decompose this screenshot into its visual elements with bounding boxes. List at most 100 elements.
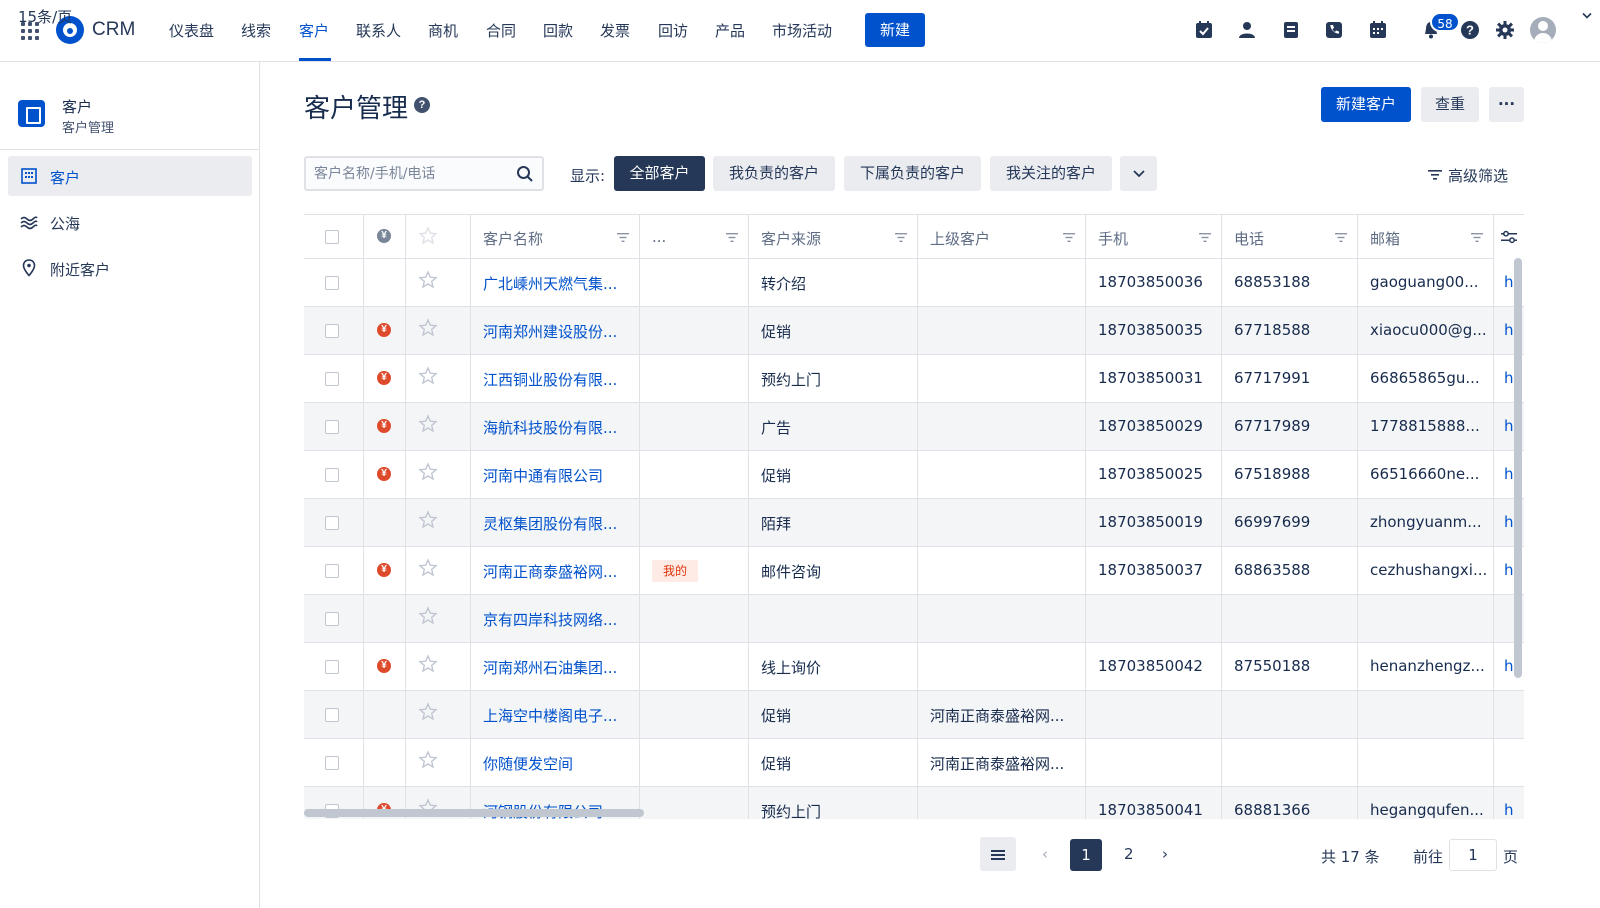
star-icon[interactable] [418,270,438,290]
table-row[interactable]: ¥ 河南郑州石油集团... 线上询价 18703850042 87550188 henan… [304,643,1524,691]
column-filter-icon[interactable] [1063,233,1075,242]
star-icon[interactable] [418,366,438,386]
customer-name-link[interactable]: 广北嵊州天燃气集... [483,273,617,294]
row-checkbox[interactable] [325,420,339,434]
star-icon[interactable] [418,606,438,626]
star-icon[interactable] [418,510,438,530]
column-filter-icon[interactable] [1471,233,1483,242]
nav-payments[interactable]: 回款 [543,20,573,41]
horizontal-scrollbar[interactable] [304,809,644,817]
nav-contacts[interactable]: 联系人 [356,20,401,41]
sidebar-item-public-sea[interactable]: 公海 [8,202,252,242]
column-filter-icon[interactable] [617,233,629,242]
sidebar-item-nearby[interactable]: 附近客户 [8,248,252,288]
header-email[interactable]: 邮箱 [1358,215,1494,258]
check-duplicate-button[interactable]: 查重 [1421,87,1479,122]
nav-dashboard[interactable]: 仪表盘 [169,20,214,41]
search-input[interactable] [314,164,504,184]
nav-leads[interactable]: 线索 [241,20,271,41]
customer-name-link[interactable]: 河南郑州石油集团... [483,657,617,678]
calendar-icon[interactable] [1368,20,1388,40]
row-checkbox[interactable] [325,276,339,290]
overflow-link[interactable]: h [1504,657,1514,675]
phone-icon[interactable] [1324,20,1344,40]
customer-name-link[interactable]: 你随便发空间 [483,753,573,774]
row-checkbox[interactable] [325,468,339,482]
header-more[interactable]: ... [640,215,749,258]
customer-name-link[interactable]: 京有四岸科技网络... [483,609,617,630]
nav-invoices[interactable]: 发票 [600,20,630,41]
next-page-button[interactable]: › [1162,845,1168,863]
vertical-scrollbar[interactable] [1514,258,1522,678]
row-checkbox[interactable] [325,660,339,674]
gear-icon[interactable] [1495,20,1515,40]
help-icon[interactable]: ? [1460,20,1480,40]
goto-page-input[interactable] [1450,840,1496,870]
row-checkbox[interactable] [325,516,339,530]
table-row[interactable]: ¥ 河南郑州建设股份... 促销 18703850035 67718588 xiaocu0… [304,307,1524,355]
header-parent[interactable]: 上级客户 [918,215,1086,258]
table-row[interactable]: ¥ 海航科技股份有限... 广告 18703850029 67717989 1778815… [304,403,1524,451]
star-icon[interactable] [418,702,438,722]
select-all-checkbox[interactable] [325,230,339,244]
sidebar-item-customers[interactable]: 客户 [8,156,252,196]
new-customer-button[interactable]: 新建客户 [1321,87,1411,122]
nav-marketing[interactable]: 市场活动 [772,20,832,41]
table-row[interactable]: ¥ 河南正商泰盛裕网... 我的 邮件咨询 18703850037 68863588 cez… [304,547,1524,595]
column-filter-icon[interactable] [726,233,738,242]
page-1-button[interactable]: 1 [1070,839,1102,871]
customer-name-link[interactable]: 海航科技股份有限... [483,417,617,438]
header-mobile[interactable]: 手机 [1086,215,1222,258]
filter-subordinate-customers[interactable]: 下属负责的客户 [844,156,981,191]
star-icon[interactable] [418,318,438,338]
table-row[interactable]: 灵枢集团股份有限... 陌拜 18703850019 66997699 zhongyua… [304,499,1524,547]
customer-name-link[interactable]: 江西铜业股份有限... [483,369,617,390]
overflow-link[interactable]: h [1504,321,1514,339]
row-checkbox[interactable] [325,324,339,338]
filter-all-customers[interactable]: 全部客户 [614,156,705,191]
star-icon[interactable] [418,654,438,674]
row-checkbox[interactable] [325,372,339,386]
search-icon[interactable] [516,165,534,183]
nav-products[interactable]: 产品 [715,20,745,41]
notes-icon[interactable] [1281,20,1301,40]
table-row[interactable]: 你随便发空间 促销 河南正商泰盛裕网... [304,739,1524,787]
advanced-filter-button[interactable]: 高级筛选 [1428,165,1508,186]
help-icon[interactable]: ? [414,97,430,113]
table-row[interactable]: ¥ 江西铜业股份有限... 预约上门 18703850031 67717991 66865… [304,355,1524,403]
header-phone[interactable]: 电话 [1222,215,1358,258]
table-row[interactable]: 广北嵊州天燃气集... 转介绍 18703850036 68853188 gaoguan… [304,259,1524,307]
avatar[interactable] [1530,17,1556,43]
prev-page-button[interactable]: ‹ [1042,845,1048,863]
star-icon[interactable] [418,750,438,770]
list-view-button[interactable] [980,837,1016,871]
star-icon[interactable] [418,462,438,482]
customer-name-link[interactable]: 灵枢集团股份有限... [483,513,617,534]
overflow-link[interactable]: h [1504,513,1514,531]
overflow-link[interactable]: h [1504,561,1514,579]
row-checkbox[interactable] [325,612,339,626]
star-icon[interactable] [418,558,438,578]
column-filter-icon[interactable] [1199,233,1211,242]
nav-opportunities[interactable]: 商机 [428,20,458,41]
nav-customers[interactable]: 客户 [299,20,329,41]
row-checkbox[interactable] [325,756,339,770]
customer-name-link[interactable]: 河南中通有限公司 [483,465,603,486]
overflow-link[interactable]: h [1504,417,1514,435]
table-row[interactable]: 京有四岸科技网络... [304,595,1524,643]
customer-name-link[interactable]: 河南郑州建设股份... [483,321,617,342]
table-row[interactable]: 上海空中楼阁电子... 促销 河南正商泰盛裕网... [304,691,1524,739]
customer-name-link[interactable]: 上海空中楼阁电子... [483,705,617,726]
overflow-link[interactable]: h [1504,465,1514,483]
filter-followed-customers[interactable]: 我关注的客户 [990,156,1112,191]
contacts-icon[interactable] [1237,20,1257,40]
overflow-link[interactable]: h [1504,369,1514,387]
new-button[interactable]: 新建 [865,13,925,47]
nav-contracts[interactable]: 合同 [486,20,516,41]
column-settings-button[interactable] [1494,215,1524,259]
nav-visits[interactable]: 回访 [658,20,688,41]
more-actions-button[interactable]: ··· [1489,87,1524,122]
row-checkbox[interactable] [325,564,339,578]
column-filter-icon[interactable] [895,233,907,242]
table-row[interactable]: ¥ 河南中通有限公司 促销 18703850025 67518988 66516660ne… [304,451,1524,499]
